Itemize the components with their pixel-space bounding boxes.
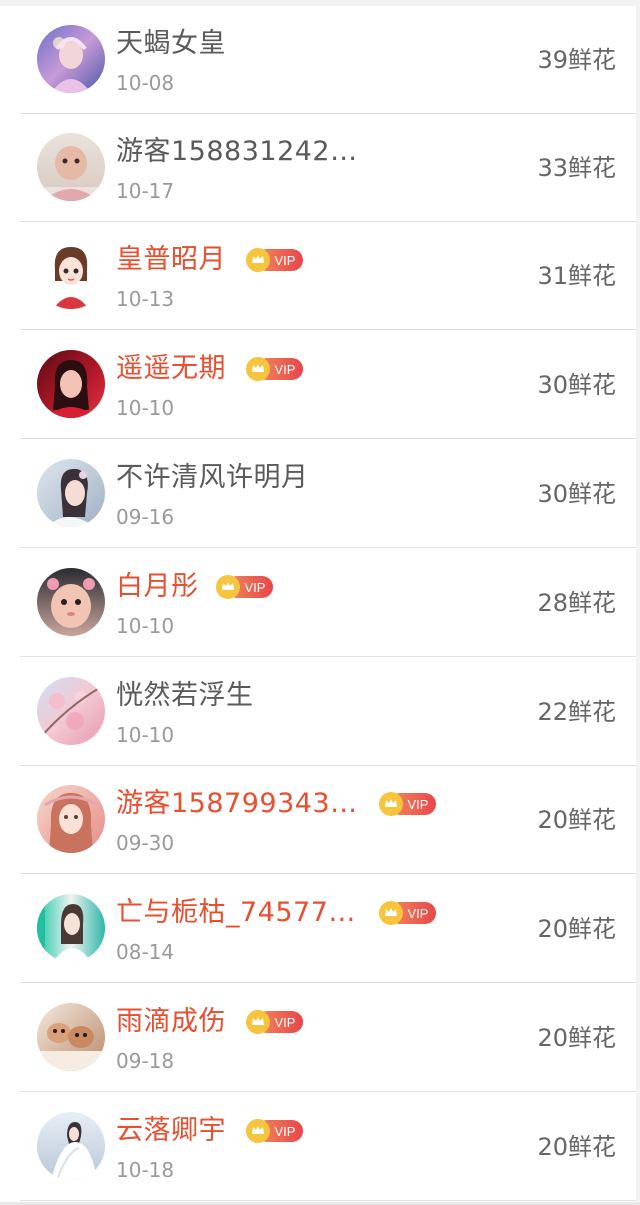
list-item[interactable]: 不许清风许明月 09-16 30鲜花 xyxy=(0,440,636,548)
vip-label: VIP xyxy=(275,1015,296,1030)
flower-count: 22鲜花 xyxy=(537,698,616,726)
list-item[interactable]: 云落卿宇 VIP 10-18 20鲜花 xyxy=(0,1093,636,1201)
vip-badge: VIP xyxy=(216,575,274,599)
avatar[interactable] xyxy=(37,785,105,853)
flower-count: 20鲜花 xyxy=(537,806,616,834)
user-name[interactable]: 遥遥无期 xyxy=(116,349,226,389)
vip-badge: VIP xyxy=(246,357,304,381)
date-label: 10-08 xyxy=(116,71,175,95)
avatar[interactable] xyxy=(37,568,105,636)
user-name[interactable]: 游客158831242… xyxy=(116,132,358,172)
avatar[interactable] xyxy=(37,894,105,962)
date-label: 10-13 xyxy=(116,287,175,311)
list-item[interactable]: 恍然若浮生 10-10 22鲜花 xyxy=(0,658,636,766)
date-label: 09-30 xyxy=(116,831,175,855)
vip-badge: VIP xyxy=(246,248,304,272)
flower-ranking-list: 天蝎女皇 10-08 39鲜花 游客158831242… 10-17 33鲜花 … xyxy=(0,6,636,1202)
vip-badge: VIP xyxy=(246,1119,304,1143)
avatar[interactable] xyxy=(37,459,105,527)
list-item[interactable]: 白月彤 VIP 10-10 28鲜花 xyxy=(0,549,636,657)
flower-count: 30鲜花 xyxy=(537,480,616,508)
flower-count: 28鲜花 xyxy=(537,589,616,617)
list-item[interactable]: 游客158831242… 10-17 33鲜花 xyxy=(0,114,636,222)
vip-label: VIP xyxy=(245,580,266,595)
avatar[interactable] xyxy=(37,1003,105,1071)
flower-count: 30鲜花 xyxy=(537,371,616,399)
user-name[interactable]: 雨滴成伤 xyxy=(116,1002,226,1042)
list-item[interactable]: 遥遥无期 VIP 10-10 30鲜花 xyxy=(0,331,636,439)
avatar[interactable] xyxy=(37,350,105,418)
date-label: 08-14 xyxy=(116,940,175,964)
user-name[interactable]: 云落卿宇 xyxy=(116,1111,226,1151)
list-item[interactable]: 天蝎女皇 10-08 39鲜花 xyxy=(0,6,636,114)
vip-label: VIP xyxy=(408,906,429,921)
vip-badge: VIP xyxy=(379,901,437,925)
date-label: 10-17 xyxy=(116,179,175,203)
flower-count: 31鲜花 xyxy=(537,262,616,290)
avatar[interactable] xyxy=(37,25,105,93)
user-name[interactable]: 亡与栀枯_74577… xyxy=(116,893,356,933)
flower-count: 20鲜花 xyxy=(537,1133,616,1161)
vip-label: VIP xyxy=(408,797,429,812)
list-item[interactable]: 皇普昭月 VIP 10-13 31鲜花 xyxy=(0,222,636,330)
date-label: 10-18 xyxy=(116,1158,175,1182)
date-label: 10-10 xyxy=(116,396,175,420)
vip-badge: VIP xyxy=(246,1010,304,1034)
vip-label: VIP xyxy=(275,1124,296,1139)
list-item[interactable]: 雨滴成伤 VIP 09-18 20鲜花 xyxy=(0,984,636,1092)
user-name[interactable]: 皇普昭月 xyxy=(116,240,226,280)
user-name[interactable]: 不许清风许明月 xyxy=(116,458,309,498)
vip-label: VIP xyxy=(275,253,296,268)
user-name[interactable]: 恍然若浮生 xyxy=(116,676,254,716)
avatar[interactable] xyxy=(37,133,105,201)
vip-label: VIP xyxy=(275,362,296,377)
vip-badge: VIP xyxy=(379,792,437,816)
date-label: 09-18 xyxy=(116,1049,175,1073)
user-name[interactable]: 天蝎女皇 xyxy=(116,24,226,64)
date-label: 10-10 xyxy=(116,723,175,747)
user-name[interactable]: 白月彤 xyxy=(116,567,199,607)
avatar[interactable] xyxy=(37,677,105,745)
flower-count: 39鲜花 xyxy=(537,46,616,74)
date-label: 09-16 xyxy=(116,505,175,529)
list-item[interactable]: 亡与栀枯_74577… VIP 08-14 20鲜花 xyxy=(0,875,636,983)
user-name[interactable]: 游客158799343… xyxy=(116,784,358,824)
avatar[interactable] xyxy=(37,241,105,309)
flower-count: 20鲜花 xyxy=(537,1024,616,1052)
flower-count: 20鲜花 xyxy=(537,915,616,943)
avatar[interactable] xyxy=(37,1112,105,1180)
date-label: 10-10 xyxy=(116,614,175,638)
list-item[interactable]: 游客158799343… VIP 09-30 20鲜花 xyxy=(0,766,636,874)
flower-count: 33鲜花 xyxy=(537,154,616,182)
